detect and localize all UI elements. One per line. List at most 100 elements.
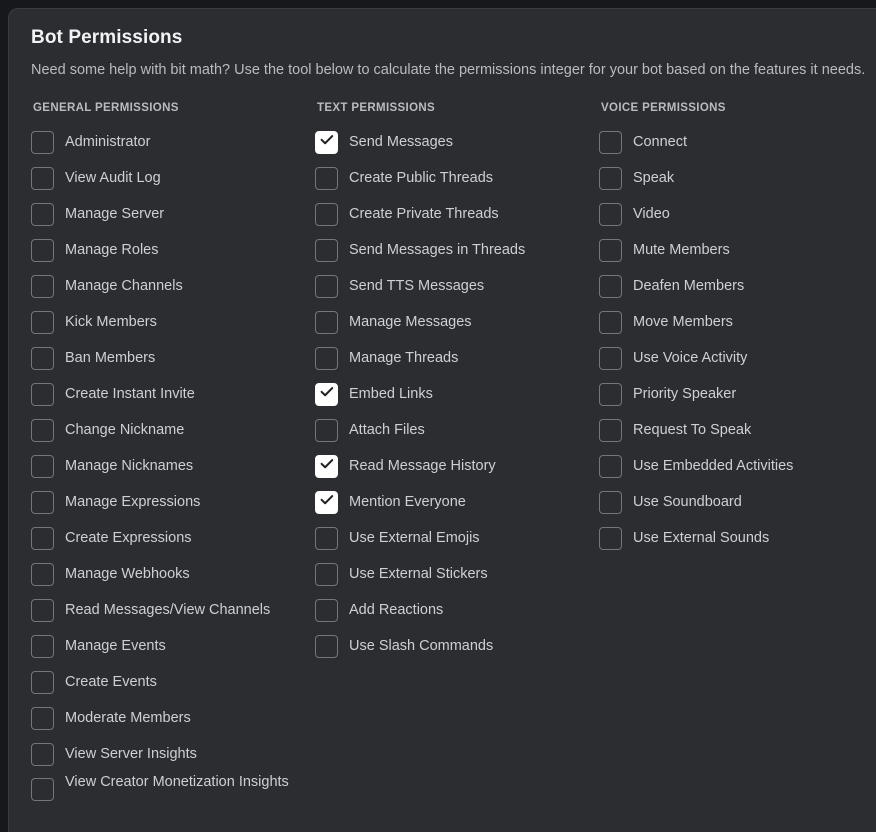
checkbox-unchecked[interactable]: [599, 130, 622, 154]
permission-row[interactable]: Ban Members: [31, 340, 315, 376]
permission-row[interactable]: Use External Sounds: [599, 520, 876, 556]
checkbox-unchecked[interactable]: [599, 454, 622, 478]
permission-row[interactable]: Use External Stickers: [315, 556, 599, 592]
checkbox-unchecked[interactable]: [315, 310, 338, 334]
permission-row[interactable]: Embed Links: [315, 376, 599, 412]
permission-row[interactable]: Create Instant Invite: [31, 376, 315, 412]
permission-row[interactable]: View Audit Log: [31, 160, 315, 196]
permission-label: Use Embedded Activities: [633, 457, 794, 474]
permission-row[interactable]: Mute Members: [599, 232, 876, 268]
permission-row[interactable]: Kick Members: [31, 304, 315, 340]
permission-row[interactable]: Use Embedded Activities: [599, 448, 876, 484]
checkbox-unchecked[interactable]: [31, 310, 54, 334]
permission-row[interactable]: Deafen Members: [599, 268, 876, 304]
permission-label: View Server Insights: [65, 745, 197, 762]
permission-row[interactable]: Use External Emojis: [315, 520, 599, 556]
permission-label: Create Expressions: [65, 529, 192, 546]
permission-row[interactable]: Send Messages in Threads: [315, 232, 599, 268]
checkbox-unchecked[interactable]: [31, 166, 54, 190]
checkbox-checked[interactable]: [315, 130, 338, 154]
permission-label: Create Public Threads: [349, 169, 494, 186]
permission-label: Send Messages in Threads: [349, 241, 526, 258]
permission-row[interactable]: Use Voice Activity: [599, 340, 876, 376]
permission-row[interactable]: Priority Speaker: [599, 376, 876, 412]
checkbox-unchecked[interactable]: [315, 202, 338, 226]
permission-row[interactable]: Manage Webhooks: [31, 556, 315, 592]
checkbox-unchecked[interactable]: [31, 346, 54, 370]
checkbox-unchecked[interactable]: [31, 490, 54, 514]
checkbox-unchecked[interactable]: [315, 598, 338, 622]
permission-row[interactable]: Use Slash Commands: [315, 628, 599, 664]
checkbox-unchecked[interactable]: [315, 418, 338, 442]
checkbox-unchecked[interactable]: [599, 490, 622, 514]
checkbox-unchecked[interactable]: [315, 634, 338, 658]
permission-label: Priority Speaker: [633, 385, 737, 402]
permission-row[interactable]: Manage Messages: [315, 304, 599, 340]
checkbox-unchecked[interactable]: [315, 526, 338, 550]
permission-row[interactable]: Video: [599, 196, 876, 232]
checkbox-checked[interactable]: [315, 490, 338, 514]
checkbox-unchecked[interactable]: [599, 310, 622, 334]
checkbox-unchecked[interactable]: [315, 562, 338, 586]
permission-row[interactable]: Move Members: [599, 304, 876, 340]
permission-row[interactable]: View Server Insights: [31, 736, 315, 772]
checkbox-unchecked[interactable]: [31, 742, 54, 766]
permission-row[interactable]: Create Expressions: [31, 520, 315, 556]
permission-row[interactable]: Manage Nicknames: [31, 448, 315, 484]
checkbox-unchecked[interactable]: [31, 634, 54, 658]
checkbox-checked[interactable]: [315, 454, 338, 478]
checkbox-unchecked[interactable]: [31, 238, 54, 262]
checkbox-unchecked[interactable]: [315, 238, 338, 262]
permission-row[interactable]: Administrator: [31, 124, 315, 160]
checkbox-unchecked[interactable]: [31, 274, 54, 298]
permission-row[interactable]: Manage Roles: [31, 232, 315, 268]
checkbox-unchecked[interactable]: [31, 454, 54, 478]
permission-row[interactable]: Read Message History: [315, 448, 599, 484]
checkbox-unchecked[interactable]: [315, 274, 338, 298]
permission-row[interactable]: Create Events: [31, 664, 315, 700]
checkbox-unchecked[interactable]: [599, 346, 622, 370]
checkbox-checked[interactable]: [315, 382, 338, 406]
permission-row[interactable]: Use Soundboard: [599, 484, 876, 520]
permission-row[interactable]: Attach Files: [315, 412, 599, 448]
checkbox-unchecked[interactable]: [31, 526, 54, 550]
permission-row[interactable]: Manage Channels: [31, 268, 315, 304]
permission-row[interactable]: Read Messages/View Channels: [31, 592, 315, 628]
permission-row[interactable]: Add Reactions: [315, 592, 599, 628]
permission-row[interactable]: Change Nickname: [31, 412, 315, 448]
permission-row[interactable]: Send TTS Messages: [315, 268, 599, 304]
permission-row[interactable]: Manage Server: [31, 196, 315, 232]
checkbox-unchecked[interactable]: [31, 670, 54, 694]
permission-row[interactable]: Connect: [599, 124, 876, 160]
checkbox-unchecked[interactable]: [315, 346, 338, 370]
permission-row[interactable]: Manage Threads: [315, 340, 599, 376]
checkbox-unchecked[interactable]: [31, 202, 54, 226]
permission-row[interactable]: Manage Events: [31, 628, 315, 664]
checkbox-unchecked[interactable]: [315, 166, 338, 190]
permission-row[interactable]: Create Public Threads: [315, 160, 599, 196]
permission-row[interactable]: Moderate Members: [31, 700, 315, 736]
checkbox-unchecked[interactable]: [31, 418, 54, 442]
permission-label: Manage Messages: [349, 313, 472, 330]
checkbox-unchecked[interactable]: [31, 598, 54, 622]
checkbox-unchecked[interactable]: [599, 382, 622, 406]
permission-row[interactable]: Send Messages: [315, 124, 599, 160]
permission-label: Attach Files: [349, 421, 425, 438]
permission-row[interactable]: Mention Everyone: [315, 484, 599, 520]
permission-row[interactable]: Create Private Threads: [315, 196, 599, 232]
checkbox-unchecked[interactable]: [599, 202, 622, 226]
checkbox-unchecked[interactable]: [31, 382, 54, 406]
checkbox-unchecked[interactable]: [599, 238, 622, 262]
permission-row[interactable]: Speak: [599, 160, 876, 196]
checkbox-unchecked[interactable]: [31, 706, 54, 730]
checkbox-unchecked[interactable]: [599, 418, 622, 442]
permission-row[interactable]: View Creator Monetization Insights: [31, 772, 315, 810]
checkbox-unchecked[interactable]: [31, 778, 54, 802]
checkbox-unchecked[interactable]: [599, 166, 622, 190]
permission-row[interactable]: Manage Expressions: [31, 484, 315, 520]
permission-row[interactable]: Request To Speak: [599, 412, 876, 448]
checkbox-unchecked[interactable]: [599, 274, 622, 298]
checkbox-unchecked[interactable]: [599, 526, 622, 550]
checkbox-unchecked[interactable]: [31, 562, 54, 586]
checkbox-unchecked[interactable]: [31, 130, 54, 154]
